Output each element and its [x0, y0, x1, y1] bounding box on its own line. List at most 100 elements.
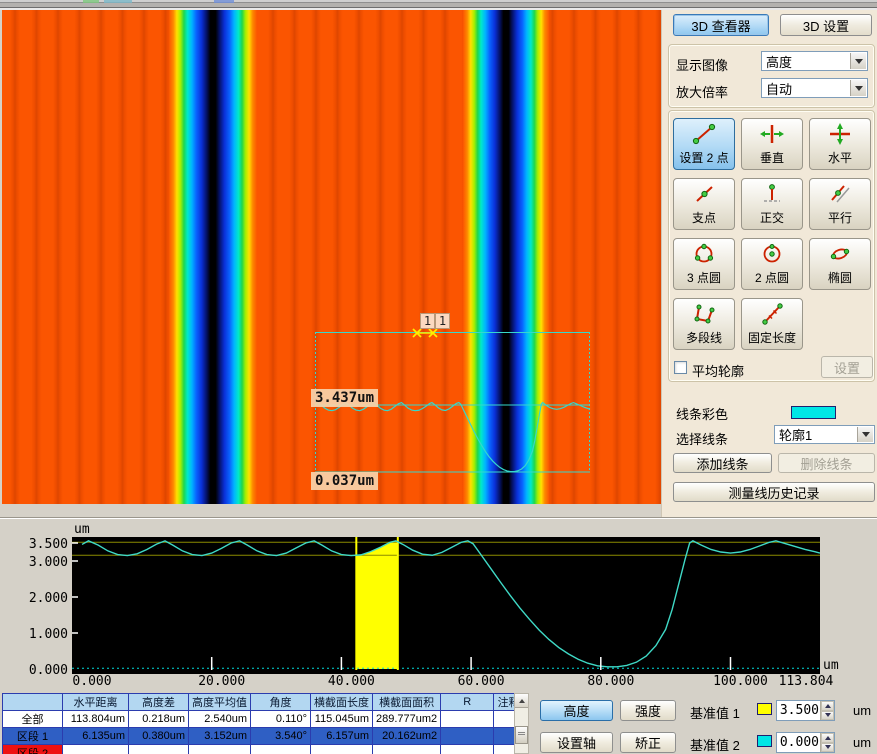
table-cell: 115.045um: [311, 711, 373, 728]
reference2-color-swatch[interactable]: [757, 735, 772, 747]
measurement-table[interactable]: 水平距离高度差高度平均值角度横截面长度横截面面积R注释全部113.804um0.…: [2, 693, 524, 754]
overlay-upper-value: 3.437um: [311, 389, 378, 407]
chevron-down-icon[interactable]: [850, 53, 866, 69]
select-line-combo[interactable]: 轮廓1: [774, 425, 875, 444]
reference2-spinner[interactable]: 0.000: [776, 732, 835, 753]
tab-3d-viewer[interactable]: 3D 查看器: [673, 14, 769, 36]
tool-button-circle-2-point[interactable]: 2 点圆: [741, 238, 803, 290]
chevron-down-icon[interactable]: [857, 427, 873, 442]
display-image-value: 高度: [766, 52, 792, 71]
tool-button-circle-3-point[interactable]: 3 点圆: [673, 238, 735, 290]
spin-down-icon[interactable]: [821, 711, 834, 721]
table-header: 角度: [251, 694, 311, 711]
polyline-icon: [690, 299, 718, 329]
tool-button-two-points-line[interactable]: 设置 2 点: [673, 118, 735, 170]
tool-button-horizontal-line[interactable]: 水平: [809, 118, 871, 170]
x-tick-label: 113.804: [774, 674, 838, 689]
table-cell: [189, 745, 251, 754]
table-row[interactable]: 区段 2: [3, 745, 524, 754]
table-header: 高度平均值: [189, 694, 251, 711]
spin-up-icon[interactable]: [821, 701, 834, 711]
correction-button[interactable]: 矫正: [620, 732, 676, 753]
tool-button-ellipse[interactable]: 椭圆: [809, 238, 871, 290]
spin-up-icon[interactable]: [821, 733, 834, 743]
profile-plot[interactable]: [72, 537, 820, 674]
spin-down-icon[interactable]: [821, 743, 834, 753]
row-label[interactable]: 区段 2: [3, 745, 63, 754]
overlay-lower-value: 0.037um: [311, 472, 378, 490]
delete-line-button[interactable]: 删除线条: [778, 453, 875, 473]
reference2-value[interactable]: 0.000: [777, 733, 820, 752]
average-profile-checkbox[interactable]: [674, 361, 687, 374]
reference1-spinner[interactable]: 3.500: [776, 700, 835, 721]
table-cell: [373, 745, 441, 754]
table-row[interactable]: 区段 16.135um0.380um3.152um3.540°6.157um20…: [3, 728, 524, 745]
line-color-swatch[interactable]: [791, 406, 836, 419]
reference1-color-swatch[interactable]: [757, 703, 772, 715]
tool-button-orthogonal-line[interactable]: 正交: [741, 178, 803, 230]
tool-label: 2 点圆: [755, 269, 789, 286]
x-tick-label: 80.000: [579, 674, 643, 689]
select-line-value: 轮廓1: [779, 425, 812, 444]
x-tick-label: 40.000: [319, 674, 383, 689]
table-cell: 0.380um: [129, 728, 189, 745]
results-section: 水平距离高度差高度平均值角度横截面长度横截面面积R注释全部113.804um0.…: [0, 690, 877, 754]
y-tick-label: 1.000: [22, 627, 68, 642]
reference1-value[interactable]: 3.500: [777, 701, 820, 720]
measure-history-button[interactable]: 测量线历史记录: [673, 482, 875, 502]
table-cell: 2.540um: [189, 711, 251, 728]
tool-button-pivot-line[interactable]: 支点: [673, 178, 735, 230]
circle-3-point-icon: [690, 239, 718, 269]
scrollbar-thumb[interactable]: [515, 726, 528, 744]
tool-button-parallel-line[interactable]: 平行: [809, 178, 871, 230]
tool-label: 支点: [692, 209, 716, 226]
selection-band: [356, 541, 398, 669]
add-line-button[interactable]: 添加线条: [673, 453, 772, 473]
tool-label: 正交: [760, 209, 784, 226]
height-mode-button[interactable]: 高度: [540, 700, 613, 721]
fringe-image-view[interactable]: 1 1 3.437um 0.037um: [2, 10, 661, 504]
magnification-value: 自动: [766, 79, 792, 98]
table-row[interactable]: 全部113.804um0.218um2.540um0.110°115.045um…: [3, 711, 524, 728]
table-cell: 6.135um: [63, 728, 129, 745]
parallel-line-icon: [826, 179, 854, 209]
tool-button-fixed-length[interactable]: 固定长度: [741, 298, 803, 350]
tab-3d-settings[interactable]: 3D 设置: [780, 14, 872, 36]
row-label[interactable]: 区段 1: [3, 728, 63, 745]
ellipse-icon: [826, 239, 854, 269]
two-points-line-icon: [690, 119, 718, 149]
orthogonal-line-icon: [758, 179, 786, 209]
table-cell: [441, 728, 494, 745]
table-header: 高度差: [129, 694, 189, 711]
x-tick-label: 100.000: [709, 674, 773, 689]
intensity-mode-button[interactable]: 强度: [620, 700, 676, 721]
x-tick-label: 60.000: [449, 674, 513, 689]
set-axis-button[interactable]: 设置轴: [540, 732, 613, 753]
table-header: [3, 694, 63, 711]
chevron-down-icon[interactable]: [850, 80, 866, 96]
magnification-label: 放大倍率: [676, 82, 728, 101]
display-image-select[interactable]: 高度: [761, 51, 868, 71]
select-line-label: 选择线条: [676, 429, 728, 448]
profile-line: [82, 541, 820, 667]
row-label[interactable]: 全部: [3, 711, 63, 728]
tool-button-vertical-line[interactable]: 垂直: [741, 118, 803, 170]
settings-button[interactable]: 设置: [821, 356, 873, 378]
table-cell: [129, 745, 189, 754]
fixed-length-icon: [758, 299, 786, 329]
table-cell: 20.162um2: [373, 728, 441, 745]
table-cell: 3.152um: [189, 728, 251, 745]
table-scrollbar[interactable]: [514, 693, 529, 754]
table-cell: 0.218um: [129, 711, 189, 728]
tool-button-polyline[interactable]: 多段线: [673, 298, 735, 350]
profile-chart-section: um 3.5003.0002.0001.0000.000 0.00020.000…: [0, 517, 877, 690]
x-tick-label: 20.000: [190, 674, 254, 689]
scroll-up-icon[interactable]: [515, 694, 528, 708]
toolbar-icon-fragment: [214, 0, 234, 3]
toolbar-icon-fragment: [104, 0, 132, 3]
table-header: 水平距离: [63, 694, 129, 711]
circle-2-point-icon: [758, 239, 786, 269]
table-header: 横截面长度: [311, 694, 373, 711]
magnification-select[interactable]: 自动: [761, 78, 868, 98]
reference2-unit: um: [853, 735, 871, 750]
